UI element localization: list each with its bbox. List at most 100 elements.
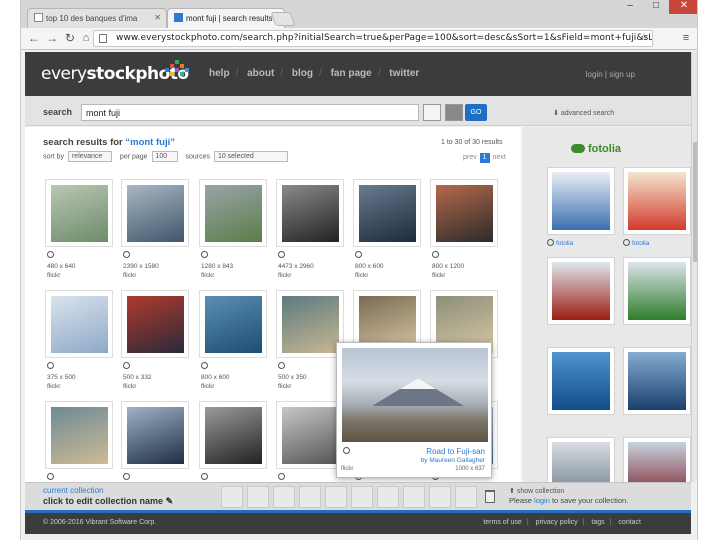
close-tab-icon[interactable]: ✕	[154, 13, 161, 22]
fotolia-thumbnail[interactable]	[547, 347, 615, 415]
fotolia-image[interactable]	[552, 262, 610, 320]
new-tab-button[interactable]	[270, 12, 296, 26]
result-image[interactable]	[127, 296, 184, 353]
signup-link[interactable]: sign up	[609, 70, 635, 79]
collection-slot[interactable]	[273, 486, 295, 508]
trash-icon[interactable]	[485, 490, 495, 503]
result-image[interactable]	[436, 185, 493, 242]
fotolia-thumbnail[interactable]	[623, 167, 691, 235]
fotolia-image[interactable]	[628, 352, 686, 410]
fotolia-thumbnail[interactable]	[547, 437, 615, 482]
fotolia-thumbnail[interactable]	[547, 257, 615, 325]
nav-help[interactable]: help	[209, 68, 230, 79]
fotolia-image[interactable]	[628, 442, 686, 482]
license-icon[interactable]	[278, 251, 285, 258]
login-link[interactable]: login	[586, 70, 603, 79]
preview-author[interactable]: by Maureen Gallagher	[421, 457, 485, 464]
close-window-button[interactable]: ✕	[669, 0, 697, 14]
image-preview-popup[interactable]: Road to Fuji-san by Maureen Gallagher fl…	[336, 342, 492, 478]
reload-icon[interactable]: ↻	[63, 31, 77, 45]
license-icon[interactable]	[47, 251, 54, 258]
result-image[interactable]	[51, 185, 108, 242]
sort-select[interactable]: relevance	[67, 151, 112, 162]
next-link[interactable]: next	[493, 154, 506, 161]
result-image[interactable]	[127, 407, 184, 464]
url-field[interactable]: www.everystockphoto.com/search.php?initi…	[93, 30, 653, 47]
fotolia-image[interactable]	[552, 352, 610, 410]
collection-slot[interactable]	[221, 486, 243, 508]
fotolia-thumbnail[interactable]	[547, 167, 615, 235]
license-icon[interactable]	[47, 362, 54, 369]
edit-collection-name[interactable]: click to edit collection name ✎	[43, 496, 173, 507]
grid-view-icon[interactable]	[445, 104, 463, 121]
back-arrow-icon[interactable]: ←	[27, 31, 41, 45]
fotolia-image[interactable]	[552, 172, 610, 230]
license-icon[interactable]	[355, 251, 362, 258]
result-thumbnail[interactable]	[45, 179, 113, 247]
license-icon[interactable]	[123, 473, 130, 480]
result-thumbnail[interactable]	[353, 179, 421, 247]
info-icon[interactable]	[343, 447, 350, 454]
license-icon[interactable]	[278, 362, 285, 369]
login-link[interactable]: login	[534, 496, 550, 505]
result-image[interactable]	[359, 185, 416, 242]
page-scrollbar[interactable]	[691, 52, 697, 482]
result-image[interactable]	[205, 407, 262, 464]
result-thumbnail[interactable]	[121, 290, 189, 358]
preview-image[interactable]	[342, 348, 488, 442]
result-thumbnail[interactable]	[121, 179, 189, 247]
tags-link[interactable]: tags	[591, 519, 604, 526]
terms-link[interactable]: terms of use	[483, 519, 522, 526]
result-image[interactable]	[282, 185, 339, 242]
license-icon[interactable]	[201, 473, 208, 480]
nav-about[interactable]: about	[247, 68, 274, 79]
go-button[interactable]: GO	[465, 104, 487, 121]
result-thumbnail[interactable]	[276, 179, 344, 247]
result-thumbnail[interactable]	[430, 179, 498, 247]
fotolia-image[interactable]	[628, 262, 686, 320]
collection-slot[interactable]	[247, 486, 269, 508]
result-thumbnail[interactable]	[276, 290, 344, 358]
nav-twitter[interactable]: twitter	[389, 68, 419, 79]
collection-slot[interactable]	[325, 486, 347, 508]
license-icon[interactable]	[201, 362, 208, 369]
result-image[interactable]	[205, 296, 262, 353]
collection-slot[interactable]	[455, 486, 477, 508]
star-icon[interactable]: ☆	[640, 31, 648, 46]
collection-slot[interactable]	[403, 486, 425, 508]
result-image[interactable]	[282, 407, 339, 464]
result-thumbnail[interactable]	[121, 401, 189, 469]
sources-select[interactable]: 10 selected	[213, 151, 288, 162]
fotolia-thumbnail[interactable]	[623, 347, 691, 415]
result-image[interactable]	[205, 185, 262, 242]
fotolia-image[interactable]	[628, 172, 686, 230]
scrollbar-thumb[interactable]	[693, 142, 697, 262]
result-image[interactable]	[127, 185, 184, 242]
fotolia-thumbnail[interactable]	[623, 257, 691, 325]
collection-slot[interactable]	[429, 486, 451, 508]
collection-slot[interactable]	[299, 486, 321, 508]
advanced-search-link[interactable]: ⬇ advanced search	[553, 109, 614, 117]
contact-link[interactable]: contact	[618, 519, 641, 526]
grid-view-button[interactable]	[423, 104, 441, 121]
license-icon[interactable]	[123, 362, 130, 369]
tab-mont-fuji[interactable]: mont fuji | search results ✕	[167, 8, 285, 28]
result-thumbnail[interactable]	[45, 401, 113, 469]
license-icon[interactable]	[432, 251, 439, 258]
result-thumbnail[interactable]	[199, 290, 267, 358]
license-icon[interactable]	[123, 251, 130, 258]
per-page-select[interactable]: 100	[151, 151, 178, 162]
forward-arrow-icon[interactable]: →	[45, 31, 59, 45]
fotolia-image[interactable]	[552, 442, 610, 482]
maximize-button[interactable]: □	[643, 0, 669, 14]
show-collection-link[interactable]: ⬆ show collection	[509, 487, 564, 495]
nav-fan-page[interactable]: fan page	[331, 68, 372, 79]
result-thumbnail[interactable]	[45, 290, 113, 358]
fotolia-meta[interactable]: fotolia	[623, 239, 649, 247]
collection-slot[interactable]	[351, 486, 373, 508]
result-image[interactable]	[51, 296, 108, 353]
search-input[interactable]	[81, 104, 419, 121]
nav-blog[interactable]: blog	[292, 68, 313, 79]
collection-slot[interactable]	[377, 486, 399, 508]
tab-top-banques[interactable]: top 10 des banques d'ima ✕	[27, 8, 167, 28]
